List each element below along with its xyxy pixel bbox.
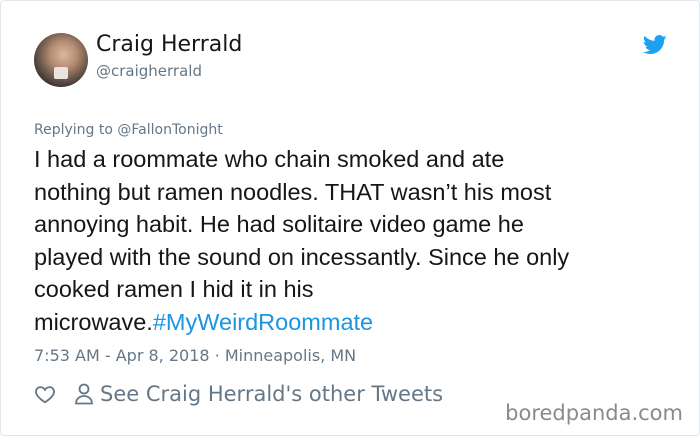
see-other-tweets-label: See Craig Herrald's other Tweets — [100, 382, 444, 406]
hashtag-link[interactable]: #MyWeirdRoommate — [153, 309, 373, 335]
tweet-metadata: 7:53 AM - Apr 8, 2018 · Minneapolis, MN — [34, 346, 356, 365]
tweet-card: Craig Herrald @craigherrald Replying to … — [0, 0, 700, 436]
boredpanda-watermark: boredpanda.com — [505, 401, 683, 425]
reply-mention-link[interactable]: @FallonTonight — [117, 122, 222, 138]
avatar[interactable] — [34, 33, 88, 87]
meta-separator-dot: · — [209, 346, 225, 365]
person-icon — [75, 383, 93, 405]
see-other-tweets-link[interactable]: See Craig Herrald's other Tweets — [74, 382, 443, 406]
tweet-location[interactable]: Minneapolis, MN — [225, 346, 356, 365]
replying-to-prefix: Replying to — [34, 122, 118, 138]
twitter-bird-icon[interactable] — [643, 35, 667, 55]
tweet-actions: See Craig Herrald's other Tweets — [34, 380, 443, 408]
author-name[interactable]: Craig Herrald — [96, 32, 242, 57]
avatar-photo-detail — [54, 67, 68, 79]
tweet-time[interactable]: 7:53 AM — [34, 346, 100, 365]
heart-icon[interactable] — [34, 383, 56, 405]
meta-separator: - — [99, 346, 116, 365]
tweet-body: I had a roommate who chain smoked and at… — [34, 146, 570, 335]
tweet-text: I had a roommate who chain smoked and at… — [34, 143, 674, 338]
author-handle[interactable]: @craigherrald — [96, 62, 202, 80]
tweet-date[interactable]: Apr 8, 2018 — [116, 346, 210, 365]
replying-to-line: Replying to @FallonTonight — [34, 122, 223, 138]
